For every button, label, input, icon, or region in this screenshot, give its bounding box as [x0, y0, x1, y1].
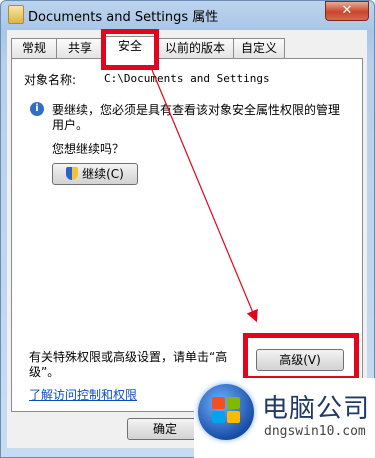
highlight-advanced-button	[243, 333, 359, 381]
highlight-security-tab	[101, 29, 159, 70]
watermark-logo: 电脑公司 dngswin10.com	[194, 378, 375, 458]
watermark-name: 电脑公司	[262, 394, 371, 424]
windows-flag-icon	[212, 397, 240, 423]
watermark-url: dngswin10.com	[264, 424, 366, 439]
